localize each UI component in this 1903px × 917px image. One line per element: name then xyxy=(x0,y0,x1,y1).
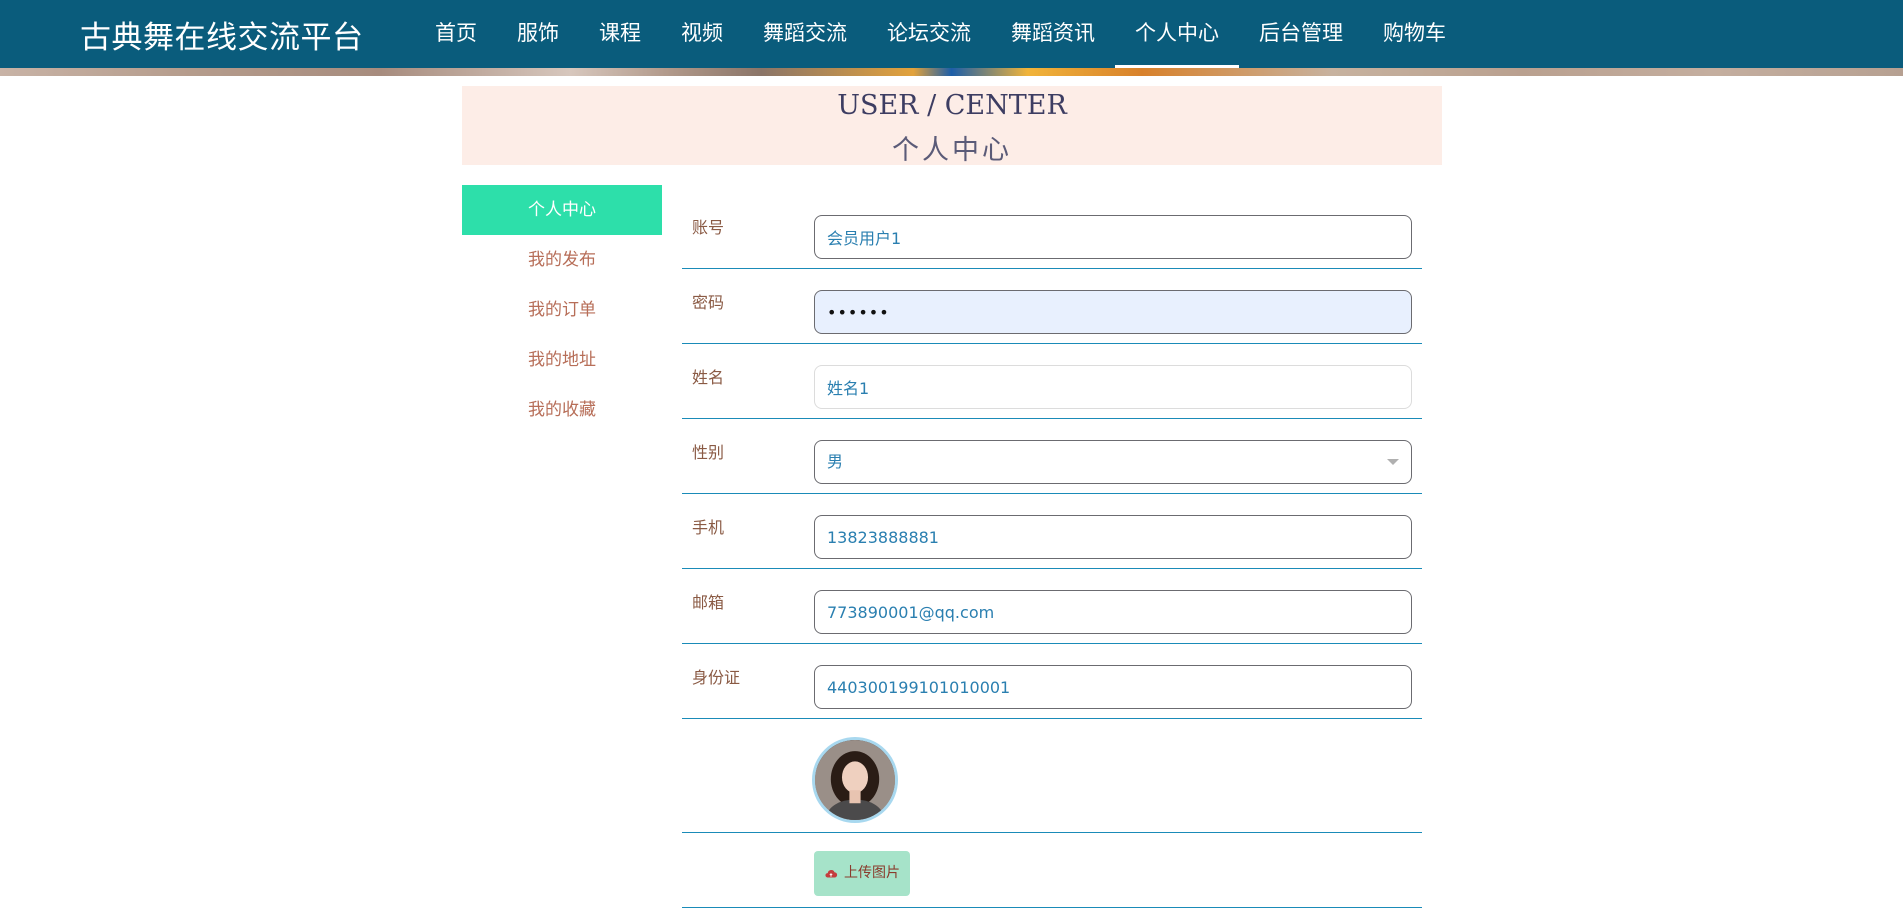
upload-image-button[interactable]: 上传图片 xyxy=(814,851,910,896)
upload-button-label: 上传图片 xyxy=(844,865,900,881)
form-row-avatar xyxy=(682,719,1422,833)
form-row-name: 姓名 xyxy=(682,344,1422,419)
form-row-id-card: 身份证 xyxy=(682,644,1422,719)
email-field[interactable] xyxy=(814,590,1412,634)
sidebar-item-my-address[interactable]: 我的地址 xyxy=(462,335,662,385)
password-field[interactable] xyxy=(814,290,1412,334)
sidebar-item-my-posts[interactable]: 我的发布 xyxy=(462,235,662,285)
account-field[interactable] xyxy=(814,215,1412,259)
nav-dance-news[interactable]: 舞蹈资讯 xyxy=(991,0,1115,68)
nav-dance-exchange[interactable]: 舞蹈交流 xyxy=(743,0,867,68)
nav-cart[interactable]: 购物车 xyxy=(1363,0,1466,68)
main-nav: 首页 服饰 课程 视频 舞蹈交流 论坛交流 舞蹈资讯 个人中心 后台管理 购物车 xyxy=(415,0,1466,68)
account-label: 账号 xyxy=(692,218,725,237)
sidebar-item-my-orders[interactable]: 我的订单 xyxy=(462,285,662,335)
nav-videos[interactable]: 视频 xyxy=(661,0,743,68)
password-label: 密码 xyxy=(692,293,725,312)
phone-field[interactable] xyxy=(814,515,1412,559)
section-title-en: USER / CENTER xyxy=(837,90,1067,121)
banner-image-strip xyxy=(0,68,1903,76)
chevron-down-icon xyxy=(1387,459,1399,465)
nav-courses[interactable]: 课程 xyxy=(579,0,661,68)
gender-label: 性别 xyxy=(692,443,725,462)
avatar-portrait xyxy=(815,740,895,820)
form-row-password: 密码 xyxy=(682,269,1422,344)
user-center-sidebar: 个人中心 我的发布 我的订单 我的地址 我的收藏 xyxy=(462,185,662,435)
nav-user-center[interactable]: 个人中心 xyxy=(1115,0,1239,68)
section-title-cn: 个人中心 xyxy=(892,135,1012,166)
gender-select[interactable]: 男 xyxy=(814,440,1412,484)
form-row-upload: 上传图片 xyxy=(682,833,1422,908)
nav-forum[interactable]: 论坛交流 xyxy=(867,0,991,68)
form-row-gender: 性别 男 xyxy=(682,419,1422,494)
nav-admin[interactable]: 后台管理 xyxy=(1239,0,1363,68)
form-row-phone: 手机 xyxy=(682,494,1422,569)
sidebar-item-my-favorites[interactable]: 我的收藏 xyxy=(462,385,662,435)
name-field[interactable] xyxy=(814,365,1412,409)
sidebar-item-user-center[interactable]: 个人中心 xyxy=(462,185,662,235)
top-navigation-bar: 古典舞在线交流平台 首页 服饰 课程 视频 舞蹈交流 论坛交流 舞蹈资讯 个人中… xyxy=(0,0,1903,68)
phone-label: 手机 xyxy=(692,518,725,537)
profile-form: 账号 密码 姓名 性别 男 手机 邮箱 身份证 xyxy=(682,194,1422,908)
form-row-account: 账号 xyxy=(682,194,1422,269)
nav-home[interactable]: 首页 xyxy=(415,0,497,68)
email-label: 邮箱 xyxy=(692,593,725,612)
id-card-label: 身份证 xyxy=(692,668,741,687)
section-title-panel: USER / CENTER 个人中心 xyxy=(462,86,1442,166)
avatar xyxy=(812,737,898,823)
gender-selected-value: 男 xyxy=(827,452,844,471)
form-row-email: 邮箱 xyxy=(682,569,1422,644)
site-brand[interactable]: 古典舞在线交流平台 xyxy=(80,12,364,57)
cloud-upload-icon xyxy=(825,869,838,877)
id-card-field[interactable] xyxy=(814,665,1412,709)
name-label: 姓名 xyxy=(692,368,725,387)
nav-costumes[interactable]: 服饰 xyxy=(497,0,579,68)
